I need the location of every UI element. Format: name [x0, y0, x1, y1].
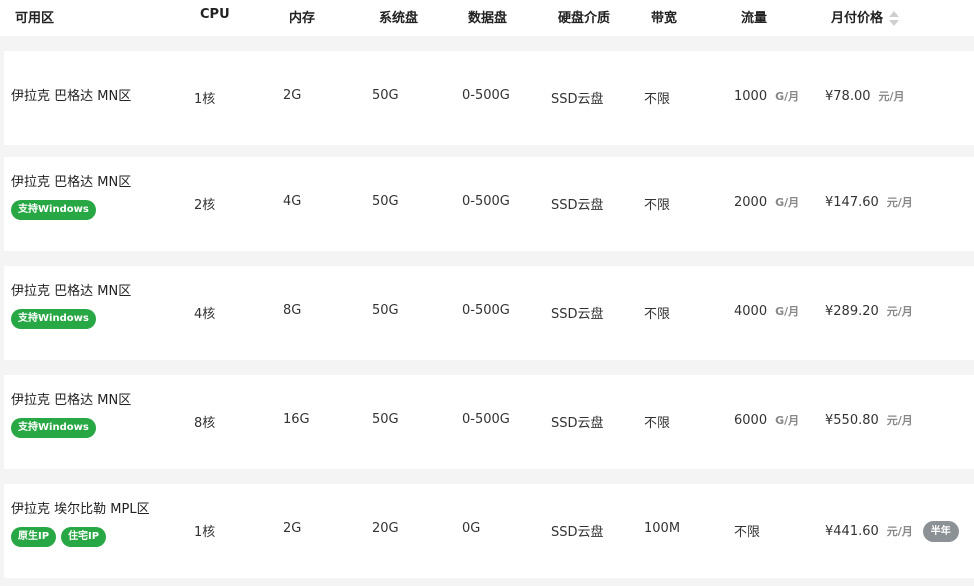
feature-tag: 原生IP	[11, 527, 57, 547]
traffic-value: 不限	[734, 525, 761, 540]
traffic-unit: G/月	[775, 196, 800, 209]
header-region: 可用区	[15, 11, 55, 26]
tag-list: 原生IP 住宅IP	[11, 527, 150, 547]
cell-traffic: 6000 G/月	[734, 412, 799, 428]
cell-bandwidth: 不限	[644, 416, 671, 431]
price-value: ¥289.20	[825, 304, 879, 319]
region-cell: 伊拉克 巴格达 MN区支持Windows	[11, 392, 131, 438]
traffic-value: 4000	[734, 304, 768, 319]
table-row[interactable]: 伊拉克 巴格达 MN区支持Windows 4核 8G 50G 0-500G SSD云盘 不限…	[4, 266, 974, 360]
region-cell: 伊拉克 巴格达 MN区	[11, 88, 131, 106]
cell-memory: 16G	[283, 412, 310, 427]
cell-memory: 2G	[283, 88, 302, 103]
cell-memory: 2G	[283, 521, 302, 536]
price-unit: 元/月	[886, 414, 913, 427]
table-row[interactable]: 伊拉克 巴格达 MN区支持Windows 8核 16G 50G 0-500G SSD云盘 不…	[4, 375, 974, 469]
cell-price: ¥550.80 元/月	[825, 412, 913, 428]
price-unit: 元/月	[878, 90, 905, 103]
cell-disk-media: SSD云盘	[551, 92, 604, 107]
cell-cpu: 8核	[194, 416, 216, 431]
header-system-disk: 系统盘	[379, 11, 419, 26]
header-traffic: 流量	[741, 11, 768, 26]
traffic-value: 1000	[734, 89, 768, 104]
region-cell: 伊拉克 埃尔比勒 MPL区原生IP 住宅IP	[11, 501, 150, 547]
cell-disk-media: SSD云盘	[551, 198, 604, 213]
region-name: 伊拉克 巴格达 MN区	[11, 175, 132, 190]
price-unit: 元/月	[886, 196, 913, 209]
cell-cpu: 2核	[194, 198, 216, 213]
region-name: 伊拉克 巴格达 MN区	[11, 89, 132, 104]
cell-bandwidth: 不限	[644, 198, 671, 213]
cell-memory: 8G	[283, 303, 302, 318]
cell-system-disk: 20G	[372, 521, 399, 536]
price-value: ¥441.60	[825, 524, 879, 539]
region-cell: 伊拉克 巴格达 MN区支持Windows	[11, 174, 131, 220]
traffic-value: 6000	[734, 413, 768, 428]
region-name: 伊拉克 埃尔比勒 MPL区	[11, 502, 150, 517]
table-row[interactable]: 伊拉克 巴格达 MN区支持Windows 2核 4G 50G 0-500G SSD云盘 不限…	[4, 157, 974, 251]
sort-caret-icon[interactable]	[889, 10, 900, 27]
traffic-unit: G/月	[775, 414, 800, 427]
cell-cpu: 4核	[194, 307, 216, 322]
cell-memory: 4G	[283, 194, 302, 209]
price-value: ¥147.60	[825, 195, 879, 210]
cell-disk-media: SSD云盘	[551, 416, 604, 431]
header-data-disk: 数据盘	[468, 11, 508, 26]
price-value: ¥78.00	[825, 89, 871, 104]
region-cell: 伊拉克 巴格达 MN区支持Windows	[11, 283, 131, 329]
header-disk-media: 硬盘介质	[558, 11, 611, 26]
cell-disk-media: SSD云盘	[551, 307, 604, 322]
cell-traffic: 2000 G/月	[734, 194, 799, 210]
feature-tag: 支持Windows	[11, 418, 96, 438]
cell-price: ¥78.00 元/月	[825, 88, 905, 104]
table-row[interactable]: 伊拉克 巴格达 MN区 1核 2G 50G 0-500G SSD云盘 不限 1000 G/月 ¥7…	[4, 51, 974, 145]
cell-bandwidth: 100M	[644, 521, 681, 536]
cell-price: ¥147.60 元/月	[825, 194, 913, 210]
cell-cpu: 1核	[194, 525, 216, 540]
cell-data-disk: 0-500G	[462, 194, 510, 209]
header-memory: 内存	[289, 11, 316, 26]
region-name: 伊拉克 巴格达 MN区	[11, 284, 132, 299]
cell-data-disk: 0-500G	[462, 412, 510, 427]
table-header: 可用区 CPU 内存 系统盘 数据盘 硬盘介质 带宽 流量 月付价格	[0, 0, 974, 36]
tag-list: 支持Windows	[11, 309, 131, 329]
header-monthly-price-sort[interactable]: 月付价格	[831, 7, 900, 27]
region-name: 伊拉克 巴格达 MN区	[11, 393, 132, 408]
cell-system-disk: 50G	[372, 303, 399, 318]
feature-tag: 支持Windows	[11, 200, 96, 220]
price-unit: 元/月	[886, 305, 913, 318]
cell-system-disk: 50G	[372, 88, 399, 103]
traffic-unit: G/月	[775, 305, 800, 318]
header-bandwidth: 带宽	[651, 11, 678, 26]
cell-traffic: 不限	[734, 521, 760, 540]
cell-bandwidth: 不限	[644, 92, 671, 107]
cell-price: ¥289.20 元/月	[825, 303, 913, 319]
cell-price: ¥441.60 元/月 半年	[825, 521, 959, 542]
table-row[interactable]: 伊拉克 埃尔比勒 MPL区原生IP 住宅IP 1核 2G 20G 0G SSD云盘 100M 不…	[4, 484, 974, 578]
price-value: ¥550.80	[825, 413, 879, 428]
cell-system-disk: 50G	[372, 194, 399, 209]
price-unit: 元/月	[886, 525, 913, 538]
header-cpu: CPU	[200, 7, 230, 22]
traffic-unit: G/月	[775, 90, 800, 103]
cell-cpu: 1核	[194, 92, 216, 107]
cell-traffic: 1000 G/月	[734, 88, 799, 104]
cell-bandwidth: 不限	[644, 307, 671, 322]
cell-data-disk: 0G	[462, 521, 481, 536]
traffic-value: 2000	[734, 195, 768, 210]
cell-data-disk: 0-500G	[462, 303, 510, 318]
feature-tag: 支持Windows	[11, 309, 96, 329]
billing-period-badge: 半年	[922, 521, 959, 542]
cell-system-disk: 50G	[372, 412, 399, 427]
tag-list: 支持Windows	[11, 418, 131, 438]
cell-disk-media: SSD云盘	[551, 525, 604, 540]
cell-traffic: 4000 G/月	[734, 303, 799, 319]
cell-data-disk: 0-500G	[462, 88, 510, 103]
feature-tag: 住宅IP	[61, 527, 107, 547]
header-monthly-price: 月付价格	[831, 11, 884, 26]
tag-list: 支持Windows	[11, 200, 131, 220]
